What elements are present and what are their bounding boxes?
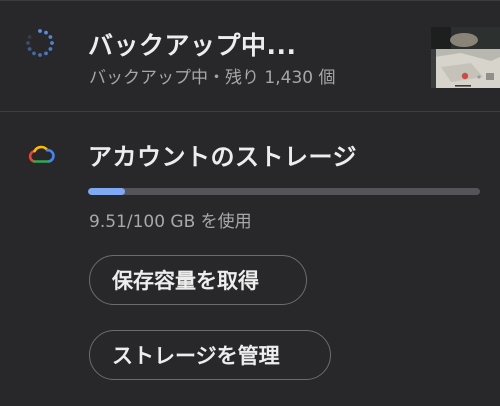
backup-settings-screen: バックアップ中... バックアップ中・残り 1,430 個 アカウントのストレー… [0, 0, 500, 406]
backup-status-subtitle: バックアップ中・残り 1,430 個 [89, 68, 336, 88]
backup-status-title: バックアップ中... [88, 31, 297, 60]
section-divider [0, 111, 500, 112]
get-storage-button[interactable]: 保存容量を取得 [89, 255, 307, 305]
photo-thumbnail[interactable] [431, 27, 500, 88]
account-storage-title: アカウントのストレージ [88, 143, 358, 171]
top-divider [0, 0, 500, 1]
photo-thumbnail-image [431, 27, 500, 88]
sync-spinner-icon [26, 29, 54, 57]
manage-storage-button[interactable]: ストレージを管理 [89, 330, 331, 380]
storage-usage-bar [88, 188, 480, 195]
storage-usage-text: 9.51/100 GB を使用 [89, 212, 252, 232]
storage-usage-bar-fill [88, 188, 126, 195]
cloud-icon [28, 145, 55, 163]
